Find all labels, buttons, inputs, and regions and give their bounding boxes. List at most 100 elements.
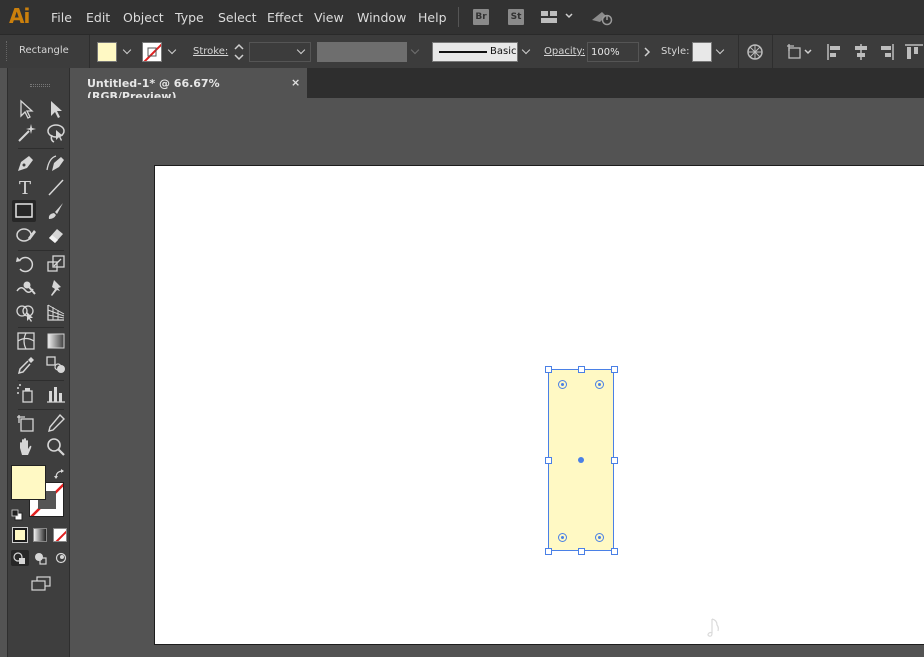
slice-tool-icon[interactable]	[44, 412, 68, 434]
bounding-box-handle[interactable]	[578, 548, 585, 555]
close-tab-icon[interactable]: ×	[291, 76, 300, 89]
paintbrush-tool-icon[interactable]	[44, 200, 68, 222]
opacity-label[interactable]: Opacity:	[544, 46, 585, 57]
tools-separator	[18, 148, 64, 149]
menu-help[interactable]: Help	[418, 10, 447, 25]
gpu-performance-icon[interactable]	[590, 8, 614, 30]
menu-object[interactable]: Object	[123, 10, 164, 25]
fill-dropdown-chevron-icon[interactable]	[121, 42, 135, 62]
stroke-label[interactable]: Stroke:	[193, 46, 228, 57]
change-screen-mode-icon[interactable]	[30, 576, 52, 596]
variable-width-profile[interactable]	[317, 42, 407, 62]
bounding-box-handle[interactable]	[611, 366, 618, 373]
bounding-box-handle[interactable]	[545, 548, 552, 555]
opacity-arrow-icon[interactable]	[640, 42, 654, 62]
live-corner-widget[interactable]	[595, 380, 604, 389]
live-corner-widget[interactable]	[558, 533, 567, 542]
gradient-tool-icon[interactable]	[44, 330, 68, 352]
align-right-icon[interactable]	[877, 43, 895, 65]
bounding-box-handle[interactable]	[611, 548, 618, 555]
control-separator	[89, 35, 90, 68]
draw-normal-icon[interactable]	[11, 550, 29, 566]
live-corner-widget[interactable]	[558, 380, 567, 389]
align-to-icon[interactable]	[786, 43, 814, 65]
mesh-tool-icon[interactable]	[14, 330, 38, 352]
line-segment-tool-icon[interactable]	[44, 176, 68, 198]
warp-tool-icon[interactable]	[14, 277, 38, 299]
panel-grip	[6, 41, 8, 61]
menu-edit[interactable]: Edit	[86, 10, 110, 25]
arrange-documents-icon[interactable]	[540, 9, 574, 29]
blend-tool-icon[interactable]	[44, 354, 68, 376]
artboard-tool-icon[interactable]	[14, 412, 38, 434]
default-fill-stroke-icon[interactable]	[11, 506, 23, 525]
bounding-box-handle[interactable]	[545, 457, 552, 464]
graphic-style-swatch[interactable]	[692, 42, 712, 62]
opacity-input[interactable]: 100%	[587, 42, 639, 62]
stock-button[interactable]: St	[508, 9, 524, 25]
type-tool-icon[interactable]: T	[14, 176, 38, 199]
stroke-weight-stepper-icon[interactable]	[230, 41, 248, 63]
menu-type[interactable]: Type	[175, 10, 204, 25]
color-mode-button[interactable]	[12, 527, 28, 543]
rectangle-tool-icon[interactable]	[12, 200, 36, 222]
control-separator	[772, 35, 773, 68]
brush-definition[interactable]: Basic	[432, 42, 518, 62]
lasso-tool-icon[interactable]	[44, 122, 68, 144]
menu-view[interactable]: View	[314, 10, 344, 25]
app-logo: Ai	[9, 4, 30, 28]
control-bar: Rectangle Stroke: Basic Opacity: 100% St…	[0, 34, 924, 68]
hand-tool-icon[interactable]	[14, 436, 38, 458]
align-top-icon[interactable]	[904, 43, 924, 65]
none-mode-button[interactable]	[53, 528, 67, 542]
bounding-box-handle[interactable]	[545, 366, 552, 373]
gradient-mode-button[interactable]	[33, 528, 47, 542]
shape-builder-tool-icon[interactable]	[14, 301, 38, 323]
variable-width-chevron-icon[interactable]	[409, 42, 423, 62]
live-corner-widget[interactable]	[595, 533, 604, 542]
pen-tool-icon[interactable]	[14, 152, 38, 174]
center-point[interactable]	[578, 457, 584, 463]
magic-wand-tool-icon[interactable]	[14, 122, 38, 144]
menu-select[interactable]: Select	[218, 10, 257, 25]
zoom-tool-icon[interactable]	[44, 436, 68, 458]
graphic-style-chevron-icon[interactable]	[714, 42, 728, 62]
tools-panel: « T	[0, 68, 77, 657]
menu-window[interactable]: Window	[357, 10, 406, 25]
perspective-grid-tool-icon[interactable]	[44, 301, 68, 323]
brush-dropdown-chevron-icon[interactable]	[520, 42, 534, 62]
recolor-artwork-icon[interactable]	[746, 43, 764, 65]
control-separator	[738, 35, 739, 68]
symbol-sprayer-tool-icon[interactable]	[14, 383, 38, 405]
stroke-dropdown-chevron-icon[interactable]	[166, 42, 180, 62]
shaper-tool-icon[interactable]	[14, 224, 38, 246]
draw-behind-icon[interactable]	[32, 550, 50, 566]
style-label: Style:	[661, 46, 690, 57]
bridge-button[interactable]: Br	[473, 9, 489, 25]
document-tab-bar: Untitled-1* @ 66.67% (RGB/Preview) ×	[77, 68, 924, 103]
artboard[interactable]	[154, 165, 924, 645]
eyedropper-tool-icon[interactable]	[14, 354, 38, 376]
draw-inside-icon[interactable]	[52, 550, 70, 566]
document-tab[interactable]: Untitled-1* @ 66.67% (RGB/Preview) ×	[77, 68, 307, 103]
column-graph-tool-icon[interactable]	[44, 383, 68, 405]
direct-selection-tool-icon[interactable]	[14, 98, 38, 120]
bounding-box-handle[interactable]	[611, 457, 618, 464]
curvature-tool-icon[interactable]	[44, 152, 68, 174]
tools-separator	[18, 409, 64, 410]
puppet-warp-tool-icon[interactable]	[44, 277, 68, 299]
bounding-box-handle[interactable]	[578, 366, 585, 373]
stroke-weight-chevron-icon[interactable]	[295, 42, 309, 62]
align-horizontal-center-icon[interactable]	[852, 43, 870, 65]
stroke-swatch-none[interactable]	[142, 42, 162, 62]
tools-column: T	[7, 68, 70, 657]
align-left-icon[interactable]	[826, 43, 844, 65]
scale-tool-icon[interactable]	[44, 253, 68, 275]
eraser-tool-icon[interactable]	[44, 224, 68, 246]
menu-file[interactable]: File	[51, 10, 72, 25]
fill-color-swatch[interactable]	[11, 465, 46, 500]
selection-tool-icon[interactable]	[44, 98, 68, 120]
fill-swatch[interactable]	[97, 42, 117, 62]
rotate-tool-icon[interactable]	[14, 253, 38, 275]
menu-effect[interactable]: Effect	[267, 10, 303, 25]
